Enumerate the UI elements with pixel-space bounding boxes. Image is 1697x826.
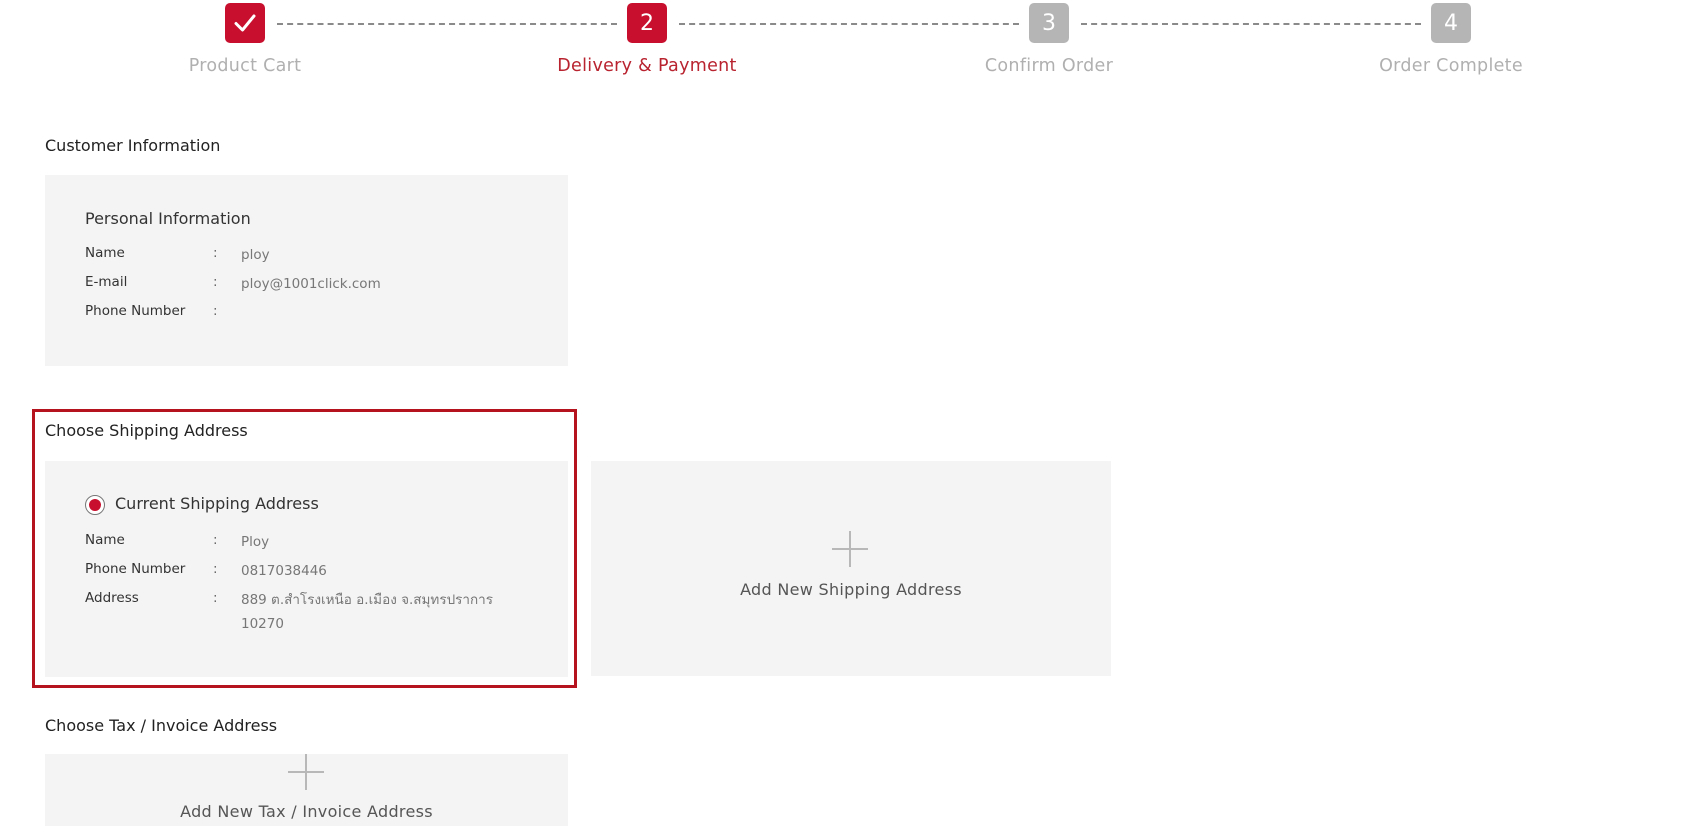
address-separator: :: [213, 561, 218, 577]
step-2-number[interactable]: 2: [627, 3, 667, 43]
info-value: ploy@1001click.com: [241, 276, 381, 292]
info-label: E-mail: [85, 274, 128, 290]
step-4-number[interactable]: 4: [1431, 3, 1471, 43]
step-3-label[interactable]: Confirm Order: [919, 56, 1179, 76]
address-separator: :: [213, 532, 218, 548]
plus-icon: [288, 754, 324, 790]
step-4-label[interactable]: Order Complete: [1321, 56, 1581, 76]
radio-selected-dot: [89, 499, 101, 511]
step-connector: [1081, 23, 1421, 25]
personal-information-heading: Personal Information: [85, 209, 251, 228]
shipping-address-radio[interactable]: [85, 495, 105, 515]
step-connector: [277, 23, 617, 25]
info-separator: :: [213, 303, 218, 319]
checkout-stepper: 2 3 4 Product Cart Delivery & Payment Co…: [0, 0, 1697, 90]
choose-shipping-address-title: Choose Shipping Address: [45, 421, 248, 440]
step-2-label[interactable]: Delivery & Payment: [517, 56, 777, 76]
address-separator: :: [213, 590, 218, 606]
address-value: 0817038446: [241, 563, 327, 579]
add-new-tax-invoice-address-card[interactable]: Add New Tax / Invoice Address: [45, 754, 568, 826]
address-label: Address: [85, 590, 139, 606]
address-value: 889 ต.สำโรงเหนือ อ.เมือง จ.สมุทรปราการ: [241, 592, 493, 608]
customer-information-title: Customer Information: [45, 136, 221, 155]
checkmark-icon: [234, 14, 256, 32]
info-value: ploy: [241, 247, 270, 263]
choose-tax-invoice-address-title: Choose Tax / Invoice Address: [45, 716, 278, 735]
add-new-tax-invoice-address-label: Add New Tax / Invoice Address: [180, 802, 433, 821]
address-label: Name: [85, 532, 125, 548]
address-postcode: 10270: [241, 616, 284, 632]
info-separator: :: [213, 245, 218, 261]
info-separator: :: [213, 274, 218, 290]
personal-information-card: Personal Information Name : ploy E-mail …: [45, 175, 568, 366]
info-label: Phone Number: [85, 303, 186, 319]
add-new-shipping-address-label: Add New Shipping Address: [740, 580, 962, 599]
step-1-label[interactable]: Product Cart: [115, 56, 375, 76]
step-1-check-icon[interactable]: [225, 3, 265, 43]
plus-icon: [832, 531, 868, 567]
address-value: Ploy: [241, 534, 270, 550]
step-3-number[interactable]: 3: [1029, 3, 1069, 43]
add-new-shipping-address-card[interactable]: Add New Shipping Address: [591, 461, 1111, 676]
current-shipping-address-heading: Current Shipping Address: [115, 494, 319, 513]
address-label: Phone Number: [85, 561, 186, 577]
step-connector: [679, 23, 1019, 25]
info-label: Name: [85, 245, 125, 261]
current-shipping-address-card[interactable]: Current Shipping Address Name : Ploy Pho…: [45, 461, 568, 677]
